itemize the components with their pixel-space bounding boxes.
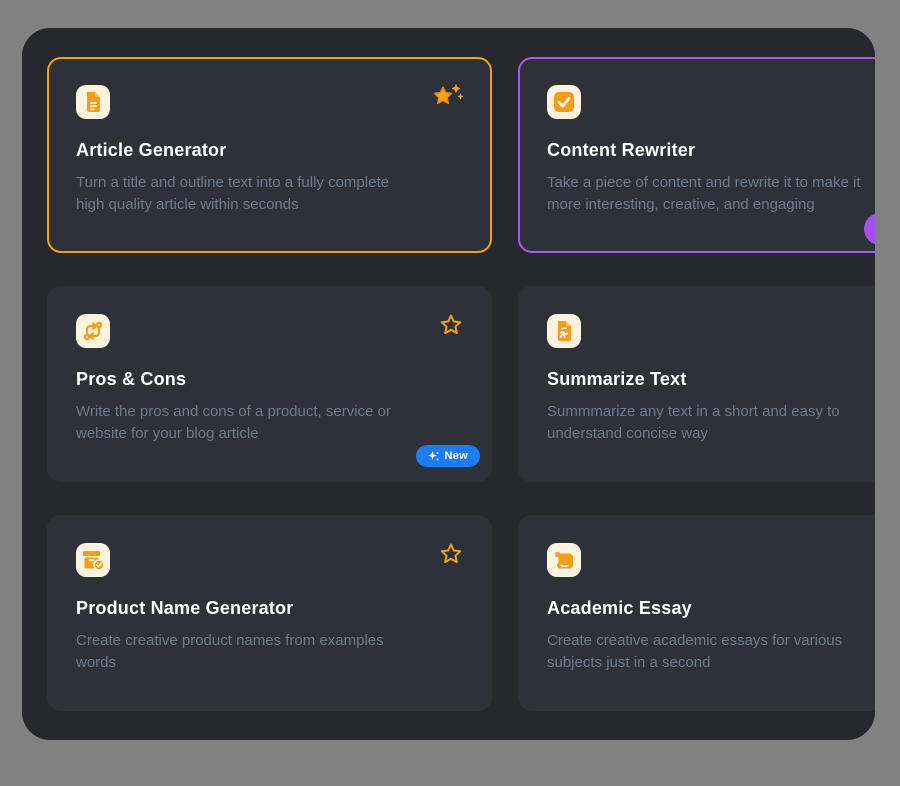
card-article-generator[interactable]: Article Generator Turn a title and outli… (47, 57, 492, 253)
card-title: Academic Essay (547, 598, 875, 619)
card-pros-and-cons[interactable]: Pros & Cons Write the pros and cons of a… (47, 286, 492, 482)
favorite-star-outline-icon[interactable] (438, 541, 464, 567)
new-badge: New (416, 445, 480, 467)
card-title: Product Name Generator (76, 598, 463, 619)
article-document-icon (76, 85, 110, 119)
new-badge-label: New (444, 450, 468, 462)
checkbox-check-icon (547, 85, 581, 119)
card-summarize-text[interactable]: Summarize Text Summmarize any text in a … (518, 286, 875, 482)
card-description: Write the pros and cons of a product, se… (76, 401, 463, 445)
card-content-rewriter[interactable]: Content Rewriter Take a piece of content… (518, 57, 875, 253)
card-description: Take a piece of content and rewrite it t… (547, 172, 875, 216)
card-description: Summmarize any text in a short and easy … (547, 401, 875, 445)
favorite-star-filled-icon[interactable] (432, 83, 464, 111)
card-title: Content Rewriter (547, 140, 875, 161)
card-academic-essay[interactable]: Academic Essay Create creative academic … (518, 515, 875, 711)
card-product-name-generator[interactable]: Product Name Generator Create creative p… (47, 515, 492, 711)
card-description: Create creative academic essays for vari… (547, 630, 875, 674)
sparkle-icon (428, 451, 439, 462)
tools-panel: Article Generator Turn a title and outli… (22, 28, 875, 740)
tool-card-grid: Article Generator Turn a title and outli… (47, 57, 875, 711)
card-title: Pros & Cons (76, 369, 463, 390)
summarize-document-icon (547, 314, 581, 348)
card-description: Create creative product names from examp… (76, 630, 463, 674)
card-description: Turn a title and outline text into a ful… (76, 172, 463, 216)
essay-scroll-icon (547, 543, 581, 577)
card-title: Summarize Text (547, 369, 875, 390)
card-title: Article Generator (76, 140, 463, 161)
favorite-star-outline-icon[interactable] (438, 312, 464, 338)
product-box-check-icon (76, 543, 110, 577)
rewriter-action-button[interactable] (864, 213, 875, 245)
compare-arrows-icon (76, 314, 110, 348)
